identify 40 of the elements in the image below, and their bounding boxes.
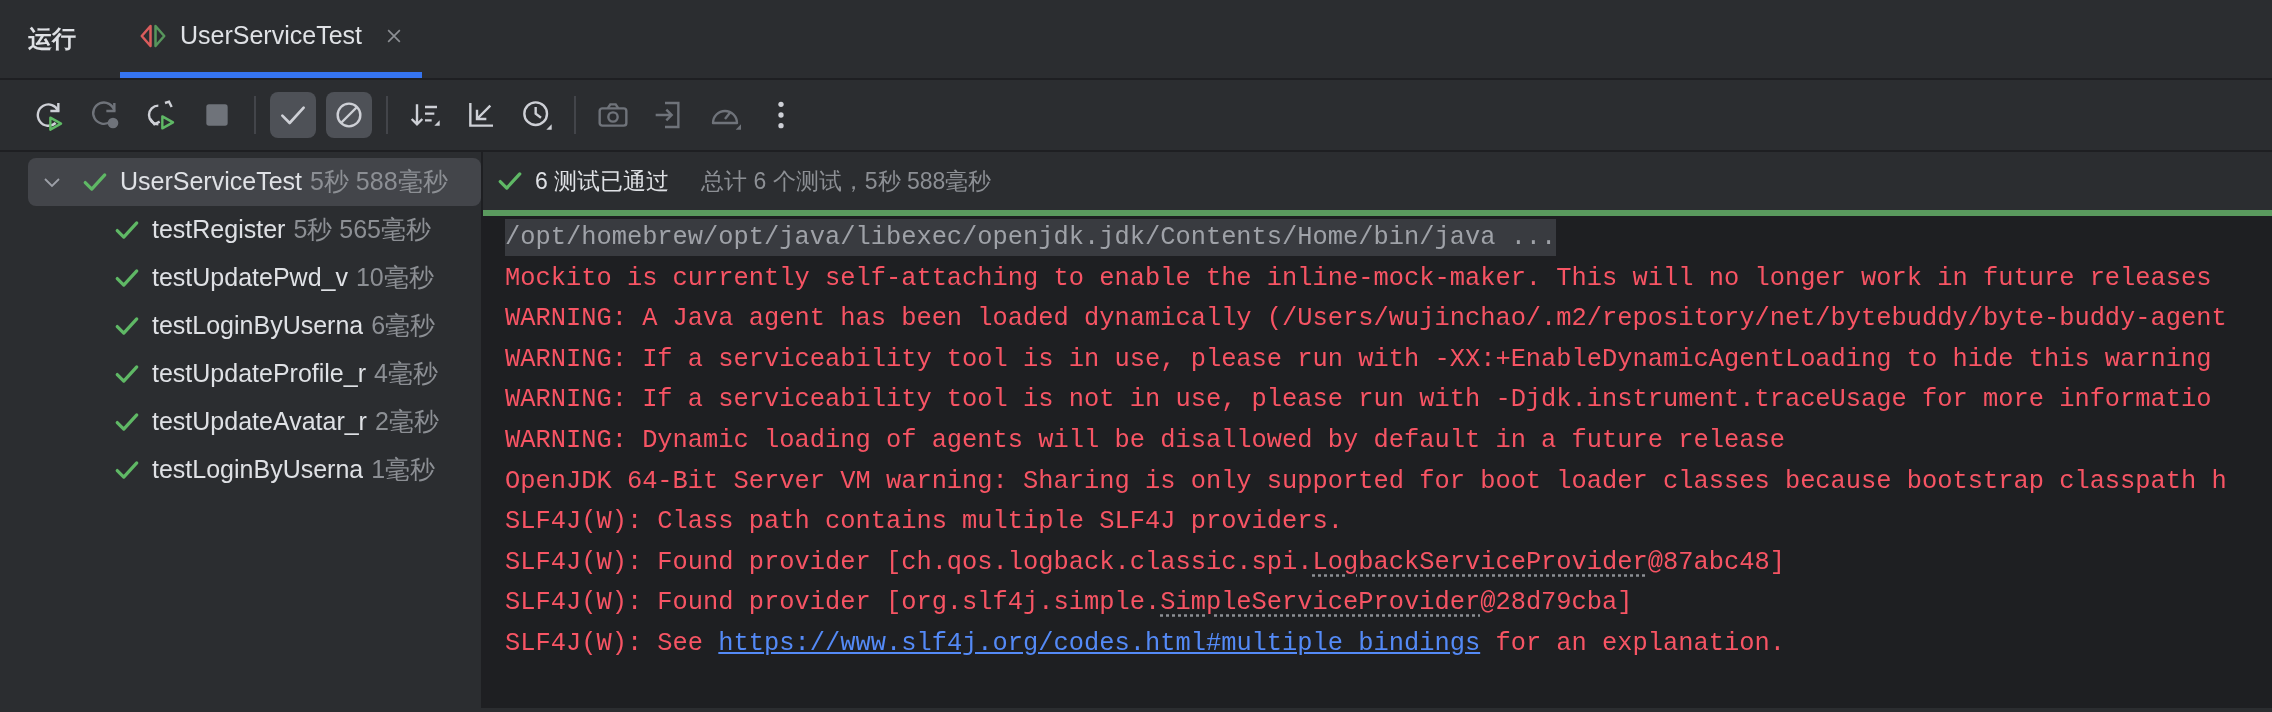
console-line: WARNING: If a serviceability tool is in use, please run with -XX:+EnableDynamicAgentLoading to hide this warning: [505, 343, 2213, 376]
test-name: testUpdateAvatar_r: [152, 406, 367, 438]
tree-item[interactable]: testLoginByUserna 1毫秒: [28, 446, 481, 494]
auto-rerun-icon[interactable]: [145, 99, 177, 131]
console-line: SLF4J(W): See https://www.slf4j.org/codes.html#multiple_bindings for an explanation.: [505, 627, 1786, 660]
tree-item[interactable]: UserServiceTest 5秒 588毫秒: [28, 158, 481, 206]
test-duration: 5秒 565毫秒: [293, 214, 431, 246]
tree-item[interactable]: testUpdateAvatar_r 2毫秒: [28, 398, 481, 446]
tree-item[interactable]: testLoginByUserna 6毫秒: [28, 302, 481, 350]
test-duration: 6毫秒: [371, 310, 436, 342]
link[interactable]: https://www.slf4j.org/codes.html#multiple_bindings: [718, 628, 1481, 658]
clock-icon[interactable]: [521, 99, 553, 131]
test-duration: 5秒 588毫秒: [310, 166, 448, 198]
test-duration: 10毫秒: [355, 262, 434, 294]
test-name: testUpdatePwd_v: [152, 262, 348, 294]
tree-item[interactable]: testUpdateProfile_r 4毫秒: [28, 350, 481, 398]
console-line: OpenJDK 64-Bit Server VM warning: Sharing is only supported for boot loader classes because bootstrap classpath h: [505, 465, 2228, 498]
console-line: SLF4J(W): Found provider [org.slf4j.simple.SimpleServiceProvider@28d79cba]: [505, 587, 1634, 620]
console-line: WARNING: If a serviceability tool is not in use, please run with -Djdk.instrument.traceUsage for more informatio: [505, 384, 2213, 417]
console-line: SLF4J(W): Found provider [ch.qos.logback.classic.spi.LogbackServiceProvider@87abc48]: [505, 546, 1786, 579]
prohibited-button[interactable]: [326, 92, 372, 138]
test-name: testLoginByUserna: [152, 310, 364, 342]
console-line: WARNING: Dynamic loading of agents will be disallowed by default in a future release: [505, 424, 1786, 457]
tool-window-title: 运行: [28, 24, 76, 54]
test-name: UserServiceTest: [120, 166, 302, 198]
test-summary: 总计 6 个测试，5秒 588毫秒: [701, 166, 992, 196]
test-status: 6 测试已通过: [535, 166, 670, 196]
check-button[interactable]: [270, 92, 316, 138]
test-name: testUpdateProfile_r: [152, 358, 366, 390]
console-line: SLF4J(W): Class path contains multiple SLF4J providers.: [505, 506, 1345, 539]
test-name: testLoginByUserna: [152, 454, 364, 486]
test-duration: 1毫秒: [371, 454, 436, 486]
test-duration: 2毫秒: [374, 406, 439, 438]
test-duration: 4毫秒: [374, 358, 438, 390]
test-name: testRegister: [152, 214, 286, 246]
tree-item[interactable]: testUpdatePwd_v 10毫秒: [28, 254, 481, 302]
console-line: WARNING: A Java agent has been loaded dynamically (/Users/wujinchao/.m2/repository/net/bytebuddy/byte-buddy-agent: [505, 303, 2228, 336]
tree-item[interactable]: testRegister 5秒 565毫秒: [28, 206, 481, 254]
tab[interactable]: UserServiceTest: [120, 0, 422, 78]
console-line: Mockito is currently self-attaching to enable the inline-mock-maker. This will no longer work in future releases: [505, 262, 2213, 295]
